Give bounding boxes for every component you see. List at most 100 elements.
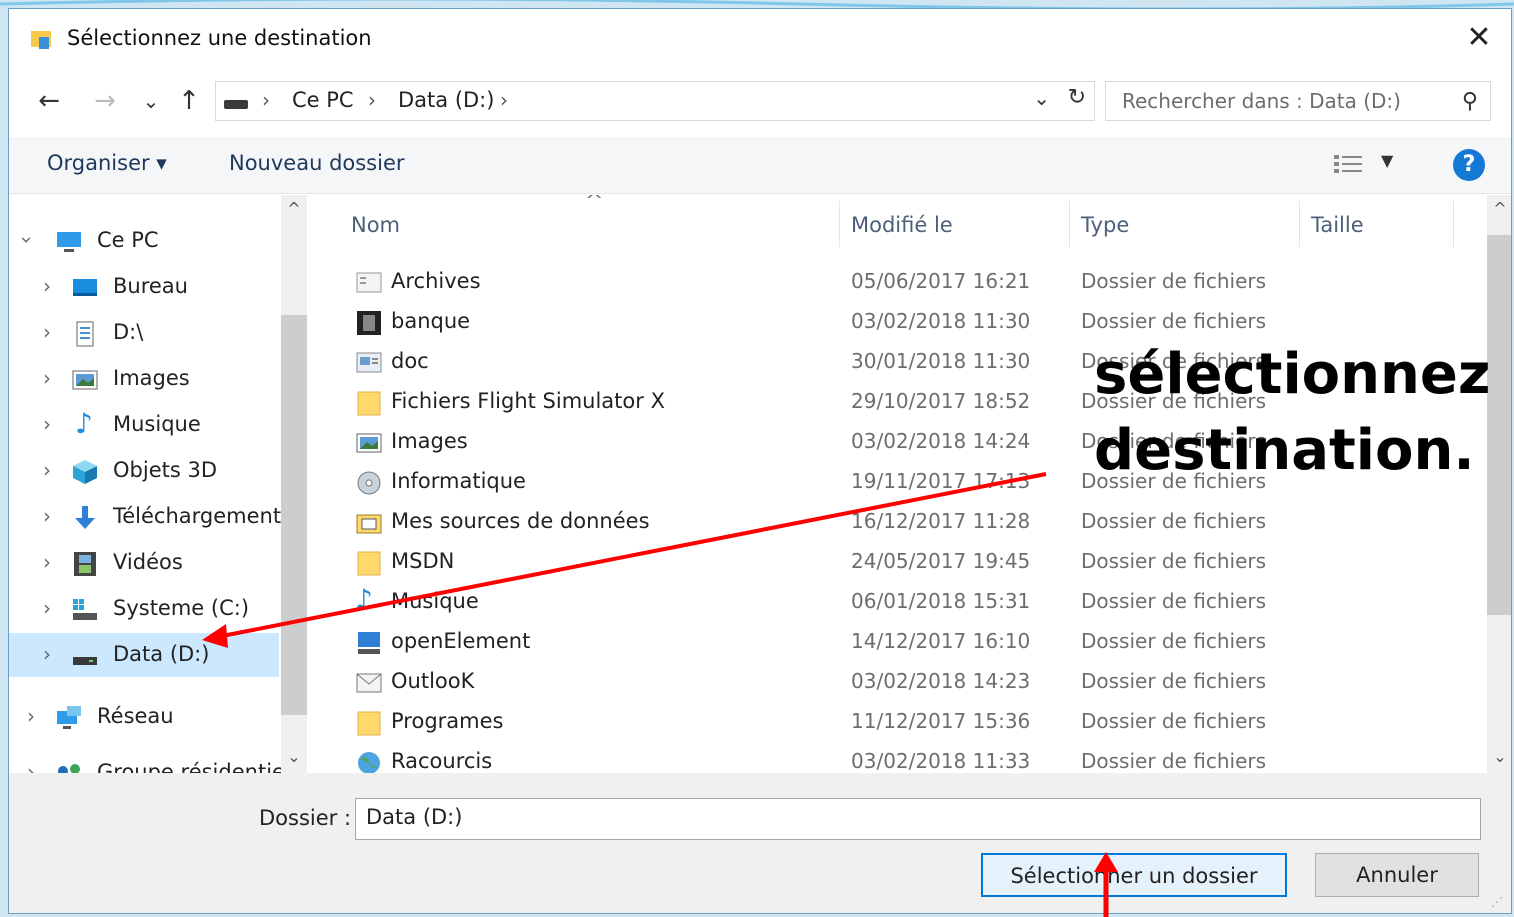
sidebar-item-desktop[interactable]: › Bureau — [9, 265, 279, 309]
table-row[interactable]: ♪ Musique 06/01/2018 15:31 Dossier de fi… — [315, 583, 1475, 623]
monitor-folder-icon — [358, 632, 380, 654]
file-name: Musique — [391, 589, 479, 613]
search-placeholder: Rechercher dans : Data (D:) — [1122, 89, 1401, 113]
sidebar-item-this-pc[interactable]: › Ce PC — [9, 219, 279, 263]
pictures-icon — [72, 370, 98, 390]
address-dropdown-icon[interactable]: ⌄ — [1033, 86, 1050, 110]
file-date: 06/01/2018 15:31 — [851, 589, 1031, 613]
table-row[interactable]: Programes 11/12/2017 15:36 Dossier de fi… — [315, 703, 1475, 743]
chevron-right-icon[interactable]: › — [27, 760, 35, 773]
sidebar-item-data-d[interactable]: › Data (D:) — [9, 633, 279, 677]
cube-icon — [73, 460, 97, 484]
folder-field[interactable]: Data (D:) — [355, 798, 1481, 840]
help-icon[interactable]: ? — [1453, 149, 1485, 181]
sidebar-item-label: Téléchargement — [113, 504, 282, 528]
chevron-right-icon[interactable]: › — [43, 550, 51, 574]
breadcrumb-separator[interactable]: › — [500, 88, 508, 112]
folder-app-icon — [31, 31, 51, 49]
chevron-right-icon[interactable]: › — [43, 366, 51, 390]
sidebar-item-videos[interactable]: › Vidéos — [9, 541, 279, 585]
sidebar-item-label: Musique — [113, 412, 201, 436]
sidebar-item-label: Vidéos — [113, 550, 183, 574]
chevron-right-icon[interactable]: › — [43, 458, 51, 482]
table-row[interactable]: Mes sources de données 16/12/2017 11:28 … — [315, 503, 1475, 543]
sort-ascending-icon: ^ — [585, 195, 604, 214]
column-divider[interactable] — [1299, 201, 1300, 247]
file-name: Racourcis — [391, 749, 493, 773]
table-row[interactable]: banque 03/02/2018 11:30 Dossier de fichi… — [315, 303, 1475, 343]
dialog-footer: Dossier : Data (D:) Sélectionner un doss… — [9, 773, 1511, 913]
sidebar-item-images[interactable]: › Images — [9, 357, 279, 401]
sidebar-item-3d-objects[interactable]: › Objets 3D — [9, 449, 279, 493]
file-name: MSDN — [391, 549, 455, 573]
scroll-up-icon[interactable]: ^ — [1487, 199, 1511, 218]
file-type: Dossier de fichiers — [1081, 629, 1267, 653]
breadcrumb-data-drive[interactable]: Data (D:) — [398, 88, 494, 112]
bank-folder-icon — [357, 311, 381, 335]
view-dropdown-icon[interactable]: ▼ — [1381, 151, 1393, 170]
computer-icon — [57, 232, 81, 252]
breadcrumb-this-pc[interactable]: Ce PC — [292, 88, 354, 112]
table-row[interactable]: Racourcis 03/02/2018 11:33 Dossier de fi… — [315, 743, 1475, 773]
scroll-down-icon[interactable]: ⌄ — [281, 747, 307, 766]
table-row[interactable]: openElement 14/12/2017 16:10 Dossier de … — [315, 623, 1475, 663]
archive-folder-icon — [356, 272, 382, 293]
organize-menu[interactable]: Organiser ▾ — [47, 151, 167, 175]
column-header-type[interactable]: Type — [1081, 213, 1129, 237]
file-date: 29/10/2017 18:52 — [851, 389, 1031, 413]
view-options-icon[interactable] — [1333, 153, 1365, 175]
chevron-right-icon[interactable]: › — [43, 504, 51, 528]
search-input[interactable]: Rechercher dans : Data (D:) ⚲ — [1105, 81, 1491, 121]
chevron-right-icon[interactable]: › — [43, 642, 51, 666]
column-divider[interactable] — [1453, 201, 1454, 247]
scroll-down-icon[interactable]: ⌄ — [1487, 747, 1511, 766]
command-toolbar: Organiser ▾ Nouveau dossier ▼ ? — [9, 137, 1511, 194]
recent-locations-icon[interactable]: ⌄ — [133, 83, 169, 119]
outlook-folder-icon — [356, 673, 382, 693]
up-arrow-icon[interactable]: ↑ — [171, 83, 207, 119]
column-divider[interactable] — [839, 201, 840, 247]
annotation-line-2: destination. — [1094, 418, 1475, 483]
column-header-modified[interactable]: Modifié le — [851, 213, 953, 237]
file-list-scrollbar-thumb[interactable] — [1487, 235, 1511, 615]
scroll-up-icon[interactable]: ^ — [281, 199, 307, 218]
forward-arrow-icon[interactable]: → — [87, 83, 123, 119]
sidebar-scrollbar-thumb[interactable] — [281, 315, 307, 715]
table-row[interactable]: OutlooK 03/02/2018 14:23 Dossier de fich… — [315, 663, 1475, 703]
file-name: Images — [391, 429, 468, 453]
sidebar-item-homegroup[interactable]: › Groupe résidentie — [9, 751, 285, 773]
file-date: 03/02/2018 11:33 — [851, 749, 1031, 773]
breadcrumb-separator[interactable]: › — [262, 88, 270, 112]
file-type: Dossier de fichiers — [1081, 309, 1267, 333]
column-header-size[interactable]: Taille — [1311, 213, 1364, 237]
chevron-right-icon[interactable]: › — [43, 274, 51, 298]
table-row[interactable]: MSDN 24/05/2017 19:45 Dossier de fichier… — [315, 543, 1475, 583]
column-header-name[interactable]: Nom — [351, 213, 400, 237]
pictures-folder-icon — [356, 433, 382, 453]
breadcrumb-separator[interactable]: › — [368, 88, 376, 112]
sidebar-item-downloads[interactable]: › Téléchargement — [9, 495, 282, 539]
table-row[interactable]: Archives 05/06/2017 16:21 Dossier de fic… — [315, 263, 1475, 303]
chevron-down-icon[interactable]: › — [15, 236, 39, 244]
search-icon[interactable]: ⚲ — [1462, 89, 1478, 114]
refresh-icon[interactable]: ↻ — [1068, 85, 1086, 110]
chevron-right-icon[interactable]: › — [43, 320, 51, 344]
sidebar-item-system-c[interactable]: › Systeme (C:) — [9, 587, 279, 631]
resize-grip-icon[interactable]: ⋰ — [1491, 895, 1505, 909]
sidebar-item-d-root[interactable]: › D:\ — [9, 311, 279, 355]
sidebar-item-network[interactable]: › Réseau — [9, 695, 279, 739]
file-name: Archives — [391, 269, 481, 293]
chevron-right-icon[interactable]: › — [27, 704, 35, 728]
chevron-right-icon[interactable]: › — [43, 412, 51, 436]
back-arrow-icon[interactable]: ← — [31, 83, 67, 119]
close-button[interactable]: ✕ — [1457, 17, 1501, 61]
sidebar-item-label: Ce PC — [97, 228, 159, 252]
new-folder-button[interactable]: Nouveau dossier — [229, 151, 405, 175]
select-folder-button[interactable]: Sélectionner un dossier — [981, 853, 1287, 897]
file-date: 11/12/2017 15:36 — [851, 709, 1031, 733]
sidebar-item-music[interactable]: › ♪ Musique — [9, 403, 279, 447]
chevron-right-icon[interactable]: › — [43, 596, 51, 620]
cancel-button[interactable]: Annuler — [1315, 853, 1479, 897]
address-bar[interactable]: › Ce PC › Data (D:) › ⌄ ↻ — [215, 81, 1095, 121]
column-divider[interactable] — [1069, 201, 1070, 247]
